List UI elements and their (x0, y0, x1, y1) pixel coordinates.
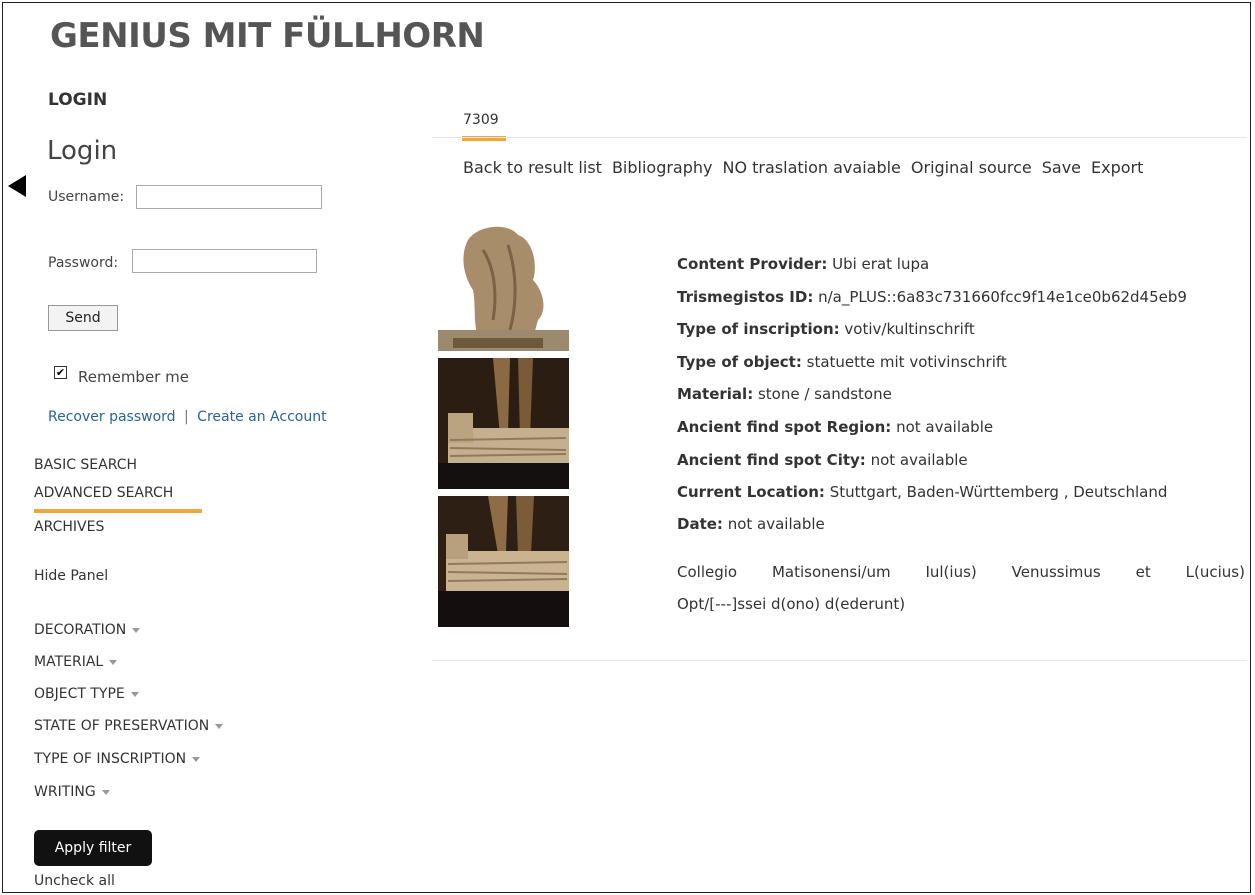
create-account-link[interactable]: Create an Account (197, 409, 326, 425)
record-tab[interactable]: 7309 (463, 112, 499, 128)
active-nav-underline (34, 509, 202, 513)
field-label: Material: (677, 385, 754, 403)
username-label: Username: (48, 189, 125, 205)
field-value: statuette mit votivinschrift (806, 353, 1007, 371)
bibliography-link[interactable]: Bibliography (612, 158, 713, 177)
facet-decoration[interactable]: DECORATION (34, 622, 141, 638)
remember-me-checkbox[interactable]: ✔ (54, 366, 67, 379)
back-to-result-list-link[interactable]: Back to result list (463, 158, 602, 177)
password-input[interactable] (132, 249, 317, 273)
inscription-word: Collegio (677, 563, 738, 581)
field-type-of-object: Type of object: statuette mit votivinsch… (677, 353, 1007, 371)
collapse-arrow-icon[interactable] (8, 175, 26, 197)
inscription-line-2: Opt/[---]ssei d(ono) d(ederunt) (677, 595, 906, 613)
username-input[interactable] (136, 185, 322, 209)
field-value: Ubi erat lupa (832, 255, 930, 273)
field-material: Material: stone / sandstone (677, 385, 892, 403)
caret-down-icon (215, 723, 224, 729)
inscription-word: Venussimus (1011, 563, 1101, 581)
tab-divider (432, 137, 1247, 138)
facet-label: MATERIAL (34, 654, 104, 670)
field-value: Stuttgart, Baden-Württemberg , Deutschla… (829, 483, 1168, 501)
send-button[interactable]: Send (48, 305, 118, 331)
caret-down-icon (130, 691, 139, 697)
account-links: Recover password | Create an Account (48, 409, 327, 425)
nav-archives[interactable]: ARCHIVES (34, 519, 104, 535)
field-value: not available (896, 418, 994, 436)
hide-panel-link[interactable]: Hide Panel (34, 568, 108, 584)
save-link[interactable]: Save (1042, 158, 1081, 177)
caret-down-icon (109, 659, 118, 665)
inscription-word: Iul(ius) (925, 563, 977, 581)
facet-label: OBJECT TYPE (34, 686, 125, 702)
object-image-3[interactable] (438, 496, 569, 627)
remember-me-label: Remember me (78, 368, 189, 386)
field-label: Type of object: (677, 353, 802, 371)
field-value: not available (870, 451, 968, 469)
field-value: stone / sandstone (757, 385, 892, 403)
login-heading: LOGIN (48, 90, 108, 110)
inscription-line-1: Collegio Matisonensi/um Iul(ius) Venussi… (677, 556, 1245, 588)
field-value: not available (727, 515, 825, 533)
object-image-2[interactable] (438, 358, 569, 489)
facet-state-of-preservation[interactable]: STATE OF PRESERVATION (34, 718, 224, 734)
facet-label: TYPE OF INSCRIPTION (34, 751, 187, 767)
field-value: votiv/kultinschrift (844, 320, 975, 338)
field-label: Ancient find spot Region: (677, 418, 892, 436)
caret-down-icon (192, 756, 201, 762)
link-separator: | (184, 409, 189, 425)
page-title: GENIUS MIT FÜLLHORN (50, 16, 485, 56)
caret-down-icon (132, 627, 141, 633)
translation-link[interactable]: NO traslation avaiable (723, 158, 901, 177)
uncheck-all-link[interactable]: Uncheck all (34, 873, 115, 889)
field-label: Ancient find spot City: (677, 451, 866, 469)
facet-writing[interactable]: WRITING (34, 784, 110, 800)
field-label: Content Provider: (677, 255, 828, 273)
inscription-text: Collegio Matisonensi/um Iul(ius) Venussi… (677, 556, 1245, 620)
field-current-location: Current Location: Stuttgart, Baden-Württ… (677, 483, 1167, 501)
field-find-spot-city: Ancient find spot City: not available (677, 451, 968, 469)
facet-label: STATE OF PRESERVATION (34, 718, 210, 734)
field-label: Trismegistos ID: (677, 288, 814, 306)
facet-label: DECORATION (34, 622, 127, 638)
facet-label: WRITING (34, 784, 96, 800)
object-image-1[interactable] (438, 220, 569, 351)
inscription-word: et (1135, 563, 1151, 581)
recover-password-link[interactable]: Recover password (48, 409, 176, 425)
export-link[interactable]: Export (1091, 158, 1143, 177)
login-title: Login (47, 136, 118, 166)
facet-object-type[interactable]: OBJECT TYPE (34, 686, 139, 702)
field-value: n/a_PLUS::6a83c731660fcc9f14e1ce0b62d45e… (818, 288, 1187, 306)
field-content-provider: Content Provider: Ubi erat lupa (677, 255, 929, 273)
field-label: Current Location: (677, 483, 825, 501)
record-actions: Back to result list Bibliography NO trasla… (463, 158, 1153, 177)
field-type-of-inscription: Type of inscription: votiv/kultinschrift (677, 320, 975, 338)
inscription-word: L(ucius) (1185, 563, 1245, 581)
facet-material[interactable]: MATERIAL (34, 654, 118, 670)
field-trismegistos-id: Trismegistos ID: n/a_PLUS::6a83c731660fc… (677, 288, 1187, 306)
inscription-word: Matisonensi/um (771, 563, 891, 581)
field-label: Type of inscription: (677, 320, 840, 338)
password-label: Password: (48, 255, 119, 271)
nav-advanced-search[interactable]: ADVANCED SEARCH (34, 485, 173, 501)
nav-basic-search[interactable]: BASIC SEARCH (34, 457, 137, 473)
original-source-link[interactable]: Original source (911, 158, 1032, 177)
record-divider (432, 660, 1247, 661)
field-label: Date: (677, 515, 723, 533)
field-date: Date: not available (677, 515, 825, 533)
facet-type-of-inscription[interactable]: TYPE OF INSCRIPTION (34, 751, 201, 767)
field-find-spot-region: Ancient find spot Region: not available (677, 418, 993, 436)
apply-filter-button[interactable]: Apply filter (34, 830, 152, 866)
caret-down-icon (101, 789, 110, 795)
